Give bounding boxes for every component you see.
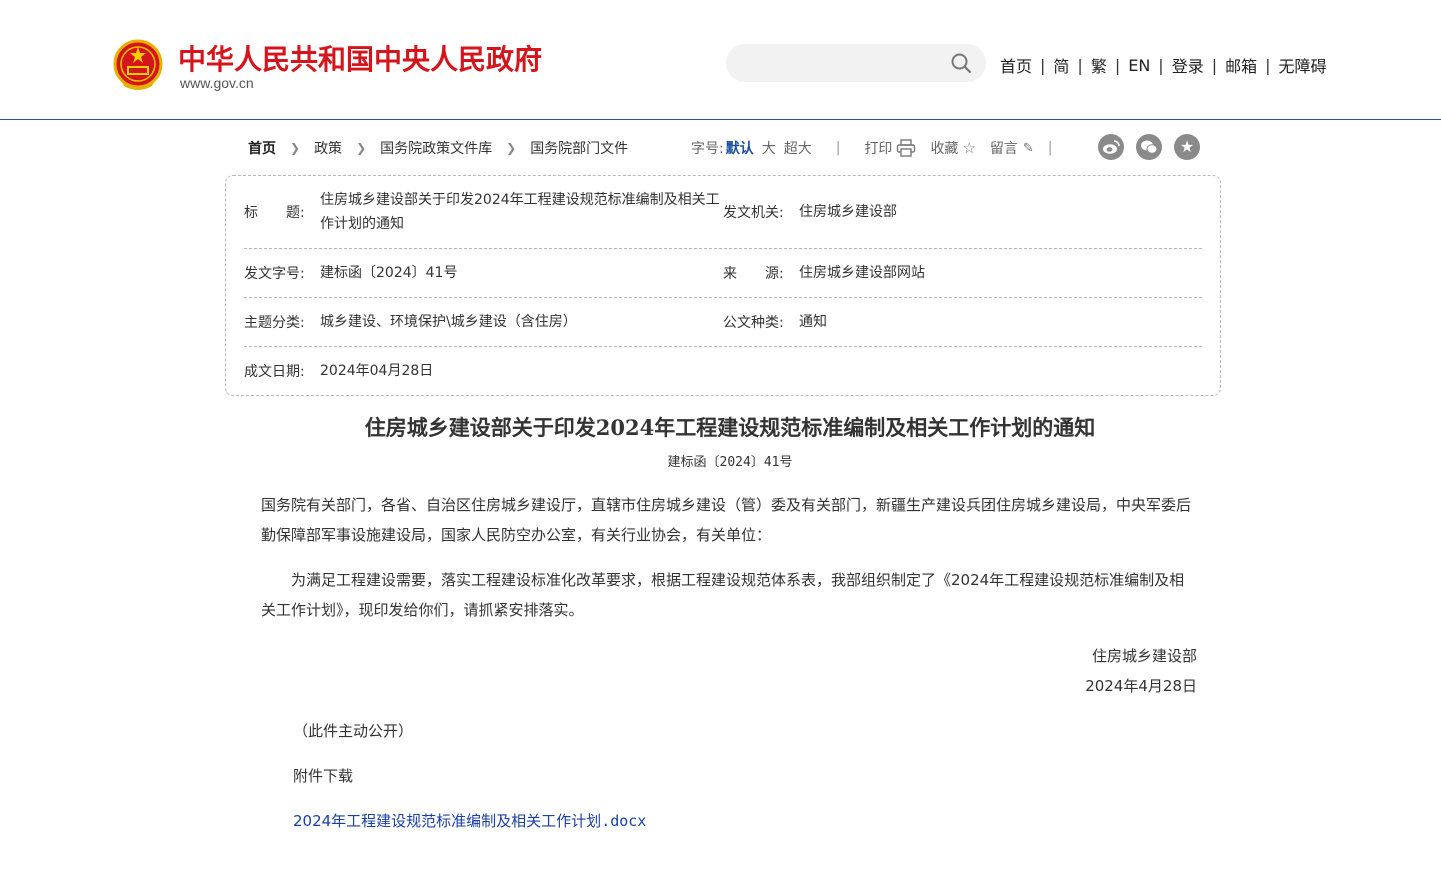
nav-separator: | xyxy=(1077,55,1083,75)
info-row-topic: 主题分类: 城乡建设、环境保护\城乡建设（含住房） 公文种类: 通知 xyxy=(244,298,1202,347)
signer-name: 住房城乡建设部 xyxy=(1091,647,1197,665)
article-addressee: 国务院有关部门，各省、自治区住房城乡建设厅，直辖市住房城乡建设（管）委及有关部门… xyxy=(261,496,1192,544)
attachment-extension: .docx xyxy=(601,812,647,830)
breadcrumb-policy[interactable]: 政策 xyxy=(314,138,342,158)
attachment-download-link[interactable]: 2024年工程建设规范标准编制及相关工作计划.docx xyxy=(293,810,646,831)
nav-english[interactable]: EN xyxy=(1128,56,1150,75)
issuer-label: 发文机关: xyxy=(723,205,784,221)
chevron-right-icon: ❯ xyxy=(356,141,367,155)
doc-type-value: 通知 xyxy=(799,314,827,330)
nav-separator: | xyxy=(1114,55,1121,75)
weibo-share-button[interactable] xyxy=(1098,134,1124,160)
wechat-share-button[interactable] xyxy=(1136,134,1162,160)
breadcrumb: 首页 ❯ 政策 ❯ 国务院政策文件库 ❯ 国务院部门文件 xyxy=(248,138,628,158)
info-row-date: 成文日期: 2024年04月28日 xyxy=(244,347,1202,395)
article-doc-number: 建标函〔2024〕41号 xyxy=(667,455,793,470)
nav-login[interactable]: 登录 xyxy=(1172,53,1204,77)
site-url[interactable]: www.gov.cn xyxy=(180,75,254,91)
attachment-heading: 附件下载 xyxy=(293,767,354,785)
article-signature: 住房城乡建设部 2024年4月28日 xyxy=(1085,641,1197,701)
site-title[interactable]: 中华人民共和国中央人民政府 xyxy=(178,38,542,78)
wechat-icon xyxy=(1141,140,1158,154)
doc-number-label: 发文字号: xyxy=(244,266,305,282)
document-info-table: 标 题: 住房城乡建设部关于印发2024年工程建设规范标准编制及相关工作计划的通… xyxy=(225,175,1221,396)
topic-label: 主题分类: xyxy=(244,315,305,331)
font-size-default[interactable]: 默认 xyxy=(726,138,754,158)
date-label: 成文日期: xyxy=(244,364,305,380)
nav-separator: | xyxy=(1158,55,1164,75)
source-value: 住房城乡建设部网站 xyxy=(799,265,925,281)
nav-separator: | xyxy=(1211,55,1218,75)
breadcrumb-department-docs[interactable]: 国务院部门文件 xyxy=(530,138,628,158)
article-title: 住房城乡建设部关于印发2024年工程建设规范标准编制及相关工作计划的通知 xyxy=(364,415,1096,440)
search-icon[interactable] xyxy=(950,52,972,74)
attachment-name: 2024年工程建设规范标准编制及相关工作计划 xyxy=(293,812,602,830)
pencil-icon: ✎ xyxy=(1022,140,1034,156)
favorite-icon: ★ xyxy=(1179,137,1195,156)
title-value: 住房城乡建设部关于印发2024年工程建设规范标准编制及相关工作计划的通知 xyxy=(320,192,720,232)
toolbar-separator: | xyxy=(1047,140,1053,156)
topic-value: 城乡建设、环境保护\城乡建设（含住房） xyxy=(320,314,577,330)
star-outline-icon: ☆ xyxy=(962,139,976,157)
info-row-docno: 发文字号: 建标函〔2024〕41号 来 源: 住房城乡建设部网站 xyxy=(244,249,1202,298)
disclosure-note: （此件主动公开） xyxy=(293,722,414,740)
article-body: 为满足工程建设需要，落实工程建设标准化改革要求，根据工程建设规范体系表，我部组织… xyxy=(261,571,1185,619)
breadcrumb-home[interactable]: 首页 xyxy=(248,138,276,158)
print-label: 打印 xyxy=(864,141,893,157)
doc-type-label: 公文种类: xyxy=(723,315,784,331)
site-header: 中华人民共和国中央人民政府 www.gov.cn 首页 | 简 | 繁 | EN… xyxy=(0,0,1441,120)
print-button[interactable]: 打印 xyxy=(864,138,916,158)
date-value: 2024年04月28日 xyxy=(320,363,434,379)
info-row-title: 标 题: 住房城乡建设部关于印发2024年工程建设规范标准编制及相关工作计划的通… xyxy=(244,176,1202,249)
doc-number-value: 建标函〔2024〕41号 xyxy=(320,265,458,281)
weibo-icon xyxy=(1103,140,1120,154)
nav-mailbox[interactable]: 邮箱 xyxy=(1225,53,1257,77)
collect-label: 收藏 xyxy=(930,141,959,157)
toolbar-separator: | xyxy=(835,140,841,156)
nav-separator: | xyxy=(1265,55,1271,75)
font-size-xlarge[interactable]: 超大 xyxy=(784,138,812,158)
comment-button[interactable]: 留言 ✎ xyxy=(990,138,1034,158)
source-label: 来 源: xyxy=(723,266,784,282)
nav-separator: | xyxy=(1040,55,1046,75)
printer-icon xyxy=(897,139,916,157)
nav-home[interactable]: 首页 xyxy=(1000,53,1032,77)
top-nav: 首页 | 简 | 繁 | EN | 登录 | 邮箱 | 无障碍 xyxy=(1000,53,1327,77)
breadcrumb-policy-library[interactable]: 国务院政策文件库 xyxy=(380,138,492,158)
favorite-share-button[interactable]: ★ xyxy=(1174,134,1200,160)
title-label: 标 题: xyxy=(244,205,305,221)
chevron-right-icon: ❯ xyxy=(506,141,517,155)
font-size-label: 字号: xyxy=(691,141,724,157)
share-buttons: ★ xyxy=(1098,134,1200,160)
page-tools: 字号: 默认 大 超大 | 打印 收藏 ☆ 留言 ✎ | xyxy=(691,138,1067,158)
toolbar: 首页 ❯ 政策 ❯ 国务院政策文件库 ❯ 国务院部门文件 字号: 默认 大 超大… xyxy=(248,134,1208,160)
issuer-value: 住房城乡建设部 xyxy=(799,204,897,220)
comment-label: 留言 xyxy=(989,141,1018,157)
nav-traditional[interactable]: 繁 xyxy=(1091,53,1107,77)
sign-date: 2024年4月28日 xyxy=(1085,677,1197,695)
search-input[interactable] xyxy=(726,44,986,82)
chevron-right-icon: ❯ xyxy=(290,141,301,155)
nav-accessibility[interactable]: 无障碍 xyxy=(1279,53,1327,77)
font-size-large[interactable]: 大 xyxy=(762,138,776,158)
collect-button[interactable]: 收藏 ☆ xyxy=(930,138,975,158)
nav-simplified[interactable]: 简 xyxy=(1053,53,1069,77)
national-emblem-icon[interactable] xyxy=(112,38,164,92)
